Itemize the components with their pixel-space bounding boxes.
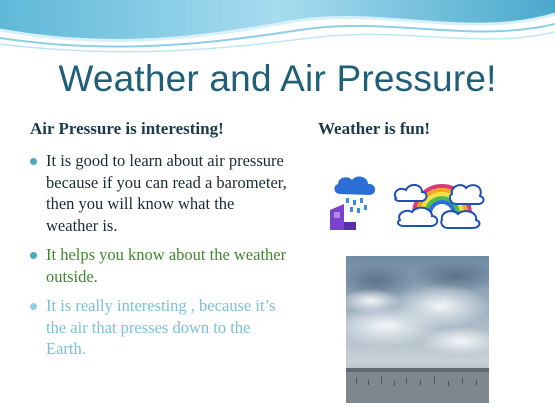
cloudy-sky-photo bbox=[346, 256, 489, 403]
bullet-dot-icon bbox=[30, 158, 37, 165]
wave-header-icon bbox=[0, 0, 555, 53]
rain-cloud-icon bbox=[330, 176, 376, 230]
bullet-dot-icon bbox=[30, 252, 37, 259]
list-item: It helps you know about the weather outs… bbox=[28, 244, 290, 287]
right-column-heading: Weather is fun! bbox=[318, 119, 431, 138]
list-item: It is really interesting , because it’s … bbox=[28, 295, 290, 360]
bullet-text: It is good to learn about air pressure b… bbox=[46, 151, 287, 235]
rainbow-clouds-icon bbox=[394, 184, 485, 229]
bullet-text: It helps you know about the weather outs… bbox=[46, 245, 287, 286]
left-column-heading: Air Pressure is interesting! bbox=[30, 119, 224, 138]
page-title: Weather and Air Pressure! bbox=[58, 58, 497, 99]
bullet-text: It is really interesting , because it’s … bbox=[46, 296, 276, 358]
bullet-dot-icon bbox=[30, 303, 37, 310]
bullet-list: It is good to learn about air pressure b… bbox=[28, 150, 290, 368]
list-item: It is good to learn about air pressure b… bbox=[28, 150, 290, 236]
